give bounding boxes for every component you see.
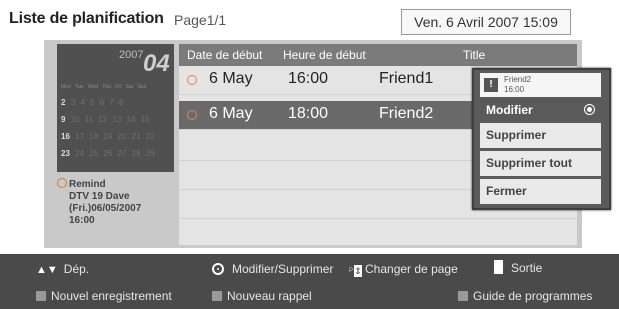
program-guide-hint: Guide de programmes — [458, 289, 592, 303]
page-indicator: Page1/1 — [174, 12, 227, 28]
modify-delete-hint: Modifier/Supprimer — [212, 262, 333, 276]
close-button[interactable]: Fermer — [480, 179, 601, 204]
clock-icon — [187, 110, 197, 120]
radio-selected-icon — [584, 104, 595, 115]
reminder-info: Remind DTV 19 Dave (Fri.)06/05/2007 16:0… — [57, 178, 175, 227]
new-reminder-label: Nouveau rappel — [227, 289, 312, 303]
popup-header: ! Friend2 16:00 — [480, 73, 601, 97]
reminder-time: 16:00 — [69, 215, 95, 226]
move-hint: ▲▼ Dép. — [36, 262, 89, 276]
header: Liste de planification Page1/1 Ven. 6 Av… — [0, 0, 619, 44]
calendar-month: 04 — [143, 50, 170, 77]
page-title: Liste de planification — [9, 10, 164, 27]
calendar-weekdays: Mon Tue Wed Thu Fri Sat Sun — [61, 84, 147, 90]
current-datetime: Ven. 6 Avril 2007 15:09 — [401, 9, 571, 35]
modify-delete-label: Modifier/Supprimer — [232, 262, 334, 276]
mini-calendar: 2007 04 Mon Tue Wed Thu Fri Sat Sun 2 3 … — [57, 44, 174, 172]
exit-icon — [494, 260, 503, 274]
p-key-label: P — [349, 268, 354, 274]
move-label: Dép. — [63, 262, 90, 276]
calendar-week: 23 24 25 26 27 28 29 — [61, 149, 155, 158]
change-page-hint: P⇕ Changer de page — [349, 262, 458, 277]
color-key-icon — [36, 291, 46, 301]
alert-icon: ! — [484, 78, 498, 92]
delete-all-label: Supprimer tout — [486, 156, 572, 170]
color-key-icon — [458, 291, 468, 301]
exit-label: Sortie — [511, 261, 543, 275]
clock-icon — [57, 178, 67, 188]
close-label: Fermer — [486, 184, 527, 198]
calendar-week: 2 3 4 5 6 7 8 — [61, 98, 124, 107]
column-start-time: Heure de début — [283, 48, 366, 62]
new-reminder-hint: Nouveau rappel — [212, 289, 312, 303]
list-header: Date de début Heure de début Title — [179, 44, 577, 66]
item-date: 6 May — [209, 70, 253, 87]
popup-time: 16:00 — [504, 85, 525, 94]
change-page-label: Changer de page — [365, 262, 458, 276]
ok-button-icon — [212, 263, 224, 275]
page-up-down-icon: ⇕ — [354, 265, 363, 277]
calendar-week: 16 17 18 19 20 21 22 — [61, 132, 155, 141]
delete-label: Supprimer — [486, 128, 547, 142]
modify-button[interactable]: Modifier — [480, 98, 601, 123]
item-time: 16:00 — [288, 70, 329, 87]
delete-all-button[interactable]: Supprimer tout — [480, 151, 601, 176]
clock-icon — [187, 75, 197, 85]
column-title: Title — [463, 48, 486, 62]
schedule-list-screen: Liste de planification Page1/1 Ven. 6 Av… — [0, 0, 619, 309]
up-down-arrow-icon: ▲▼ — [36, 264, 58, 276]
program-guide-label: Guide de programmes — [473, 289, 593, 303]
popup-program: Friend2 — [504, 75, 532, 84]
calendar-year: 2007 — [119, 49, 144, 61]
column-start-date: Date de début — [187, 48, 263, 62]
reminder-label: Remind — [69, 179, 106, 190]
reminder-channel: DTV 19 Dave — [69, 191, 130, 202]
modify-label: Modifier — [486, 103, 533, 117]
options-popup: ! Friend2 16:00 Modifier Supprimer Suppr… — [472, 68, 611, 210]
delete-button[interactable]: Supprimer — [480, 123, 601, 148]
calendar-week: 9 10 11 12 13 14 15 — [61, 115, 150, 124]
new-recording-label: Nouvel enregistrement — [51, 289, 172, 303]
item-title: Friend1 — [379, 70, 434, 87]
footer-help-bar: ▲▼ Dép. Modifier/Supprimer P⇕ Changer de p… — [0, 254, 619, 309]
reminder-date: (Fri.)06/05/2007 — [69, 203, 142, 214]
item-title: Friend2 — [379, 105, 434, 122]
new-recording-hint: Nouvel enregistrement — [36, 289, 172, 303]
item-time: 18:00 — [288, 105, 329, 122]
item-date: 6 May — [209, 105, 253, 122]
color-key-icon — [212, 291, 222, 301]
exit-hint: Sortie — [494, 260, 542, 275]
